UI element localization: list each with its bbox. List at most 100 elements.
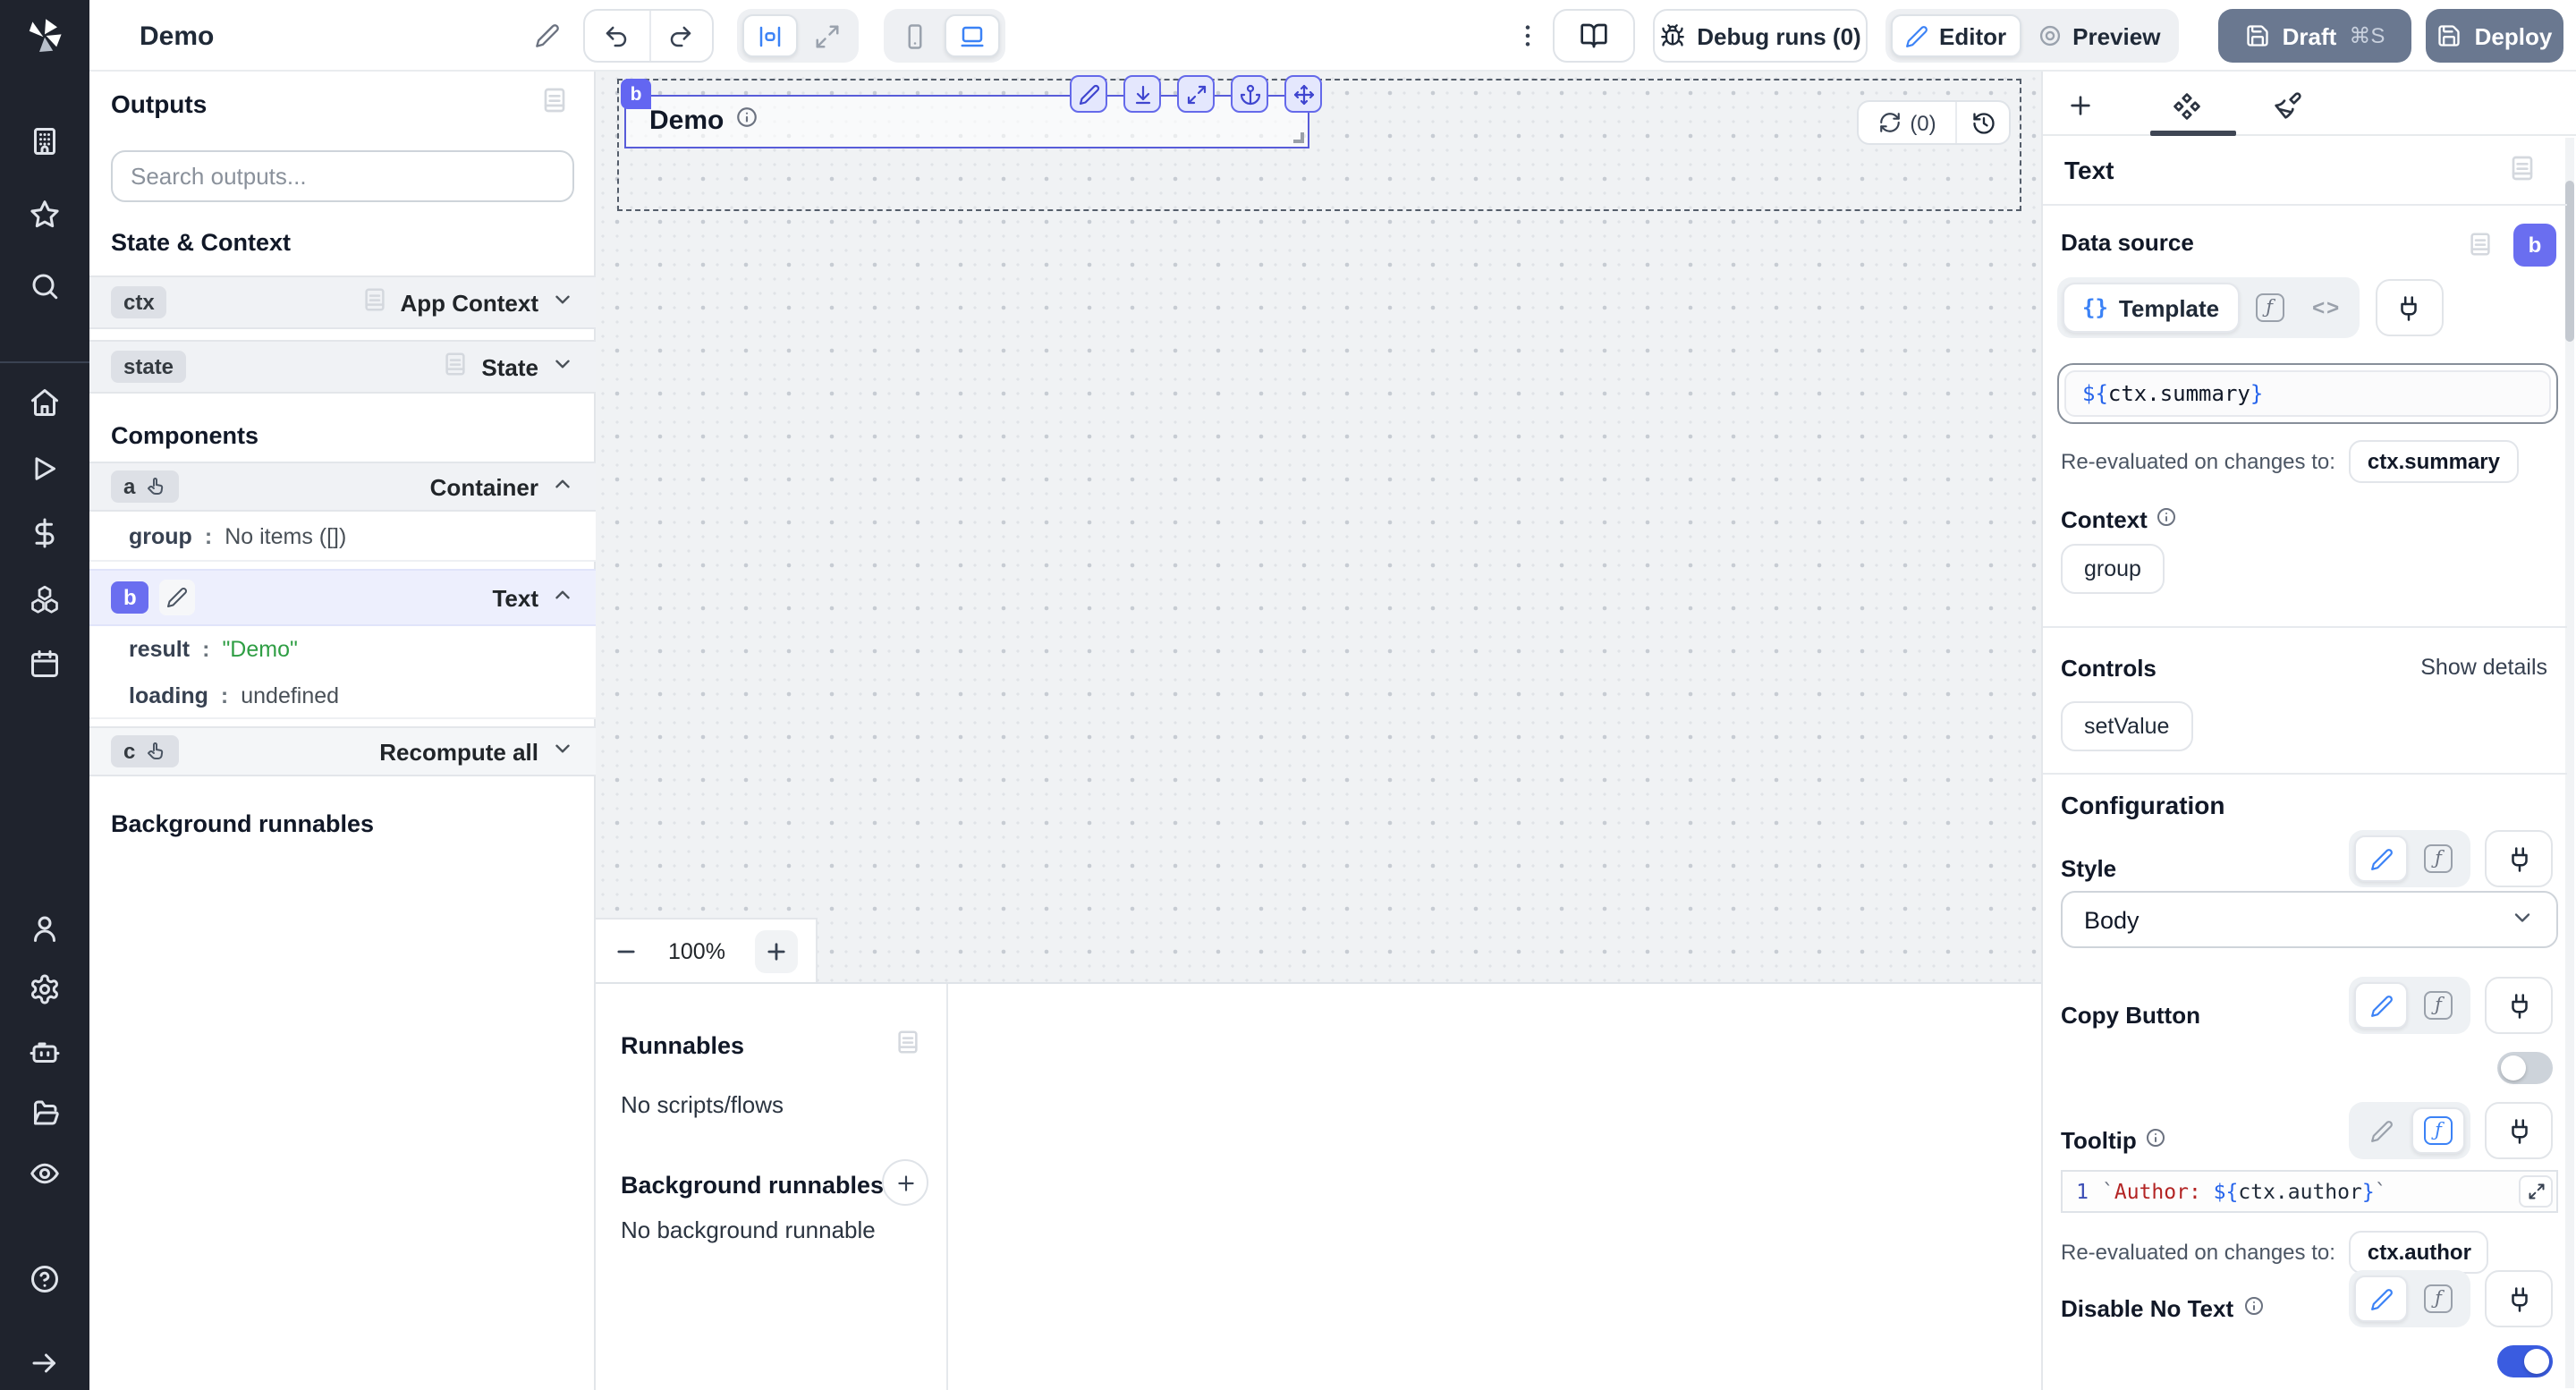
disable-static-pencil-button[interactable] [2354,1276,2408,1322]
variables-dollar-icon[interactable] [29,517,61,549]
mobile-view-button[interactable] [889,14,941,57]
fx-mode-button[interactable]: ƒ [2242,284,2296,331]
user-icon[interactable] [29,912,61,945]
copy-static-pencil-button[interactable] [2354,982,2408,1029]
disable-fx-button[interactable]: ƒ [2411,1276,2465,1322]
copy-fx-button[interactable]: ƒ [2411,982,2465,1029]
component-row-b[interactable]: b Text [89,569,596,626]
undo-button[interactable] [585,9,648,63]
edit-id-pencil-icon[interactable] [160,580,196,615]
disable-no-text-toggle[interactable] [2497,1345,2553,1377]
tab-preview[interactable]: Preview [2024,14,2173,57]
style-fx-button[interactable]: ƒ [2411,835,2465,882]
copy-button-toggle[interactable] [2497,1052,2553,1084]
tooltip-code-editor[interactable]: 1 `Author: ${ctx.author}` [2061,1170,2558,1213]
audit-eye-icon[interactable] [29,1157,61,1190]
expand-editor-button[interactable] [2519,1175,2553,1208]
chevron-up-icon[interactable] [551,583,574,612]
panel-scrollbar[interactable] [2565,138,2574,1388]
settings-gear-icon[interactable] [29,973,61,1005]
output-row-ctx[interactable]: ctx App Context [89,275,596,329]
tab-styling-brush[interactable] [2268,86,2308,125]
zoom-in-button[interactable] [755,929,798,972]
disable-plug-button[interactable] [2485,1270,2553,1327]
search-outputs-input[interactable] [111,150,574,202]
tab-component-settings[interactable] [2166,86,2206,125]
info-icon[interactable] [734,106,758,136]
home-icon[interactable] [29,386,61,419]
canvas[interactable]: b Demo (0) 100% [596,72,2041,982]
setvalue-pill[interactable]: setValue [2061,701,2192,751]
move-button[interactable] [1284,75,1322,113]
tab-editor[interactable]: Editor [1891,14,2021,57]
full-width-button[interactable] [801,14,853,57]
output-row-state[interactable]: state State [89,340,596,394]
expand-component-button[interactable] [1177,75,1215,113]
doc-icon[interactable] [540,86,569,120]
resize-handle[interactable] [1293,132,1304,143]
windmill-logo-icon[interactable] [23,14,66,57]
info-icon[interactable] [2242,1295,2264,1322]
save-draft-button[interactable]: Draft ⌘S [2218,9,2411,63]
arrow-down-to-line-button[interactable] [1123,75,1161,113]
reeval-dependency-pill[interactable]: ctx.summary [2350,440,2518,483]
align-center-button[interactable] [742,14,798,57]
schedules-calendar-icon[interactable] [29,648,61,680]
tooltip-static-pencil-button[interactable] [2354,1107,2408,1154]
history-button[interactable] [1955,102,2009,143]
add-background-runnable-button[interactable] [882,1159,928,1206]
deploy-button[interactable]: Deploy [2426,9,2563,63]
chevron-down-icon[interactable] [551,737,574,766]
template-input[interactable]: ${ctx.summary} [2057,363,2558,424]
chevron-up-icon[interactable] [551,472,574,501]
workspace-icon[interactable] [29,125,61,157]
info-icon[interactable] [2146,1127,2167,1154]
context-group-pill[interactable]: group [2061,544,2165,594]
style-label: Style [2061,855,2116,882]
tab-add-component[interactable] [2061,86,2100,125]
component-row-c[interactable]: c Recompute all [89,726,596,776]
code-mode-button[interactable]: <> [2300,284,2353,331]
redo-button[interactable] [648,9,712,63]
template-mode-button[interactable]: {} Template [2063,283,2239,333]
favorites-star-icon[interactable] [29,199,61,231]
info-icon[interactable] [2157,506,2178,533]
resources-boxes-icon[interactable] [29,583,61,615]
chevron-down-icon[interactable] [551,288,574,317]
refresh-runs-button[interactable]: (0) [1859,102,1955,143]
doc-icon[interactable] [2467,231,2494,263]
component-row-a[interactable]: a Container [89,462,596,512]
style-select[interactable]: Body [2061,891,2558,948]
style-plug-button[interactable] [2485,830,2553,887]
help-icon[interactable] [29,1263,61,1295]
more-options-kebab-icon[interactable] [1512,14,1544,57]
edit-component-pencil-button[interactable] [1070,75,1107,113]
connect-plug-button[interactable] [2375,279,2443,336]
debug-runs-button[interactable]: Debug runs (0) [1653,9,1868,63]
desktop-view-button[interactable] [945,14,1000,57]
prop-row-group[interactable]: group : No items ([]) [89,512,596,562]
anchor-button[interactable] [1231,75,1268,113]
tooltip-fx-button[interactable]: ƒ [2411,1107,2465,1154]
tooltip-reeval-pill[interactable]: ctx.author [2350,1231,2489,1274]
docs-book-button[interactable] [1553,9,1635,63]
tooltip-plug-button[interactable] [2485,1102,2553,1159]
doc-icon[interactable] [360,286,387,318]
folders-icon[interactable] [29,1097,61,1129]
runs-play-icon[interactable] [29,453,61,485]
expand-rail-arrow-icon[interactable] [29,1347,61,1379]
prop-row-loading[interactable]: loading : undefined [89,673,596,719]
zoom-out-button[interactable] [614,938,639,963]
chevron-down-icon[interactable] [551,352,574,381]
style-static-pencil-button[interactable] [2354,835,2408,882]
search-icon[interactable] [29,270,61,302]
prop-row-result[interactable]: result : "Demo" [89,626,596,673]
workers-bot-icon[interactable] [29,1036,61,1068]
edit-title-pencil-icon[interactable] [535,23,560,54]
show-details-link[interactable]: Show details [2420,655,2547,680]
doc-icon[interactable] [442,351,469,383]
doc-icon[interactable] [2508,154,2537,188]
state-context-title: State & Context [111,229,291,256]
copy-plug-button[interactable] [2485,977,2553,1034]
doc-icon[interactable] [894,1029,921,1061]
